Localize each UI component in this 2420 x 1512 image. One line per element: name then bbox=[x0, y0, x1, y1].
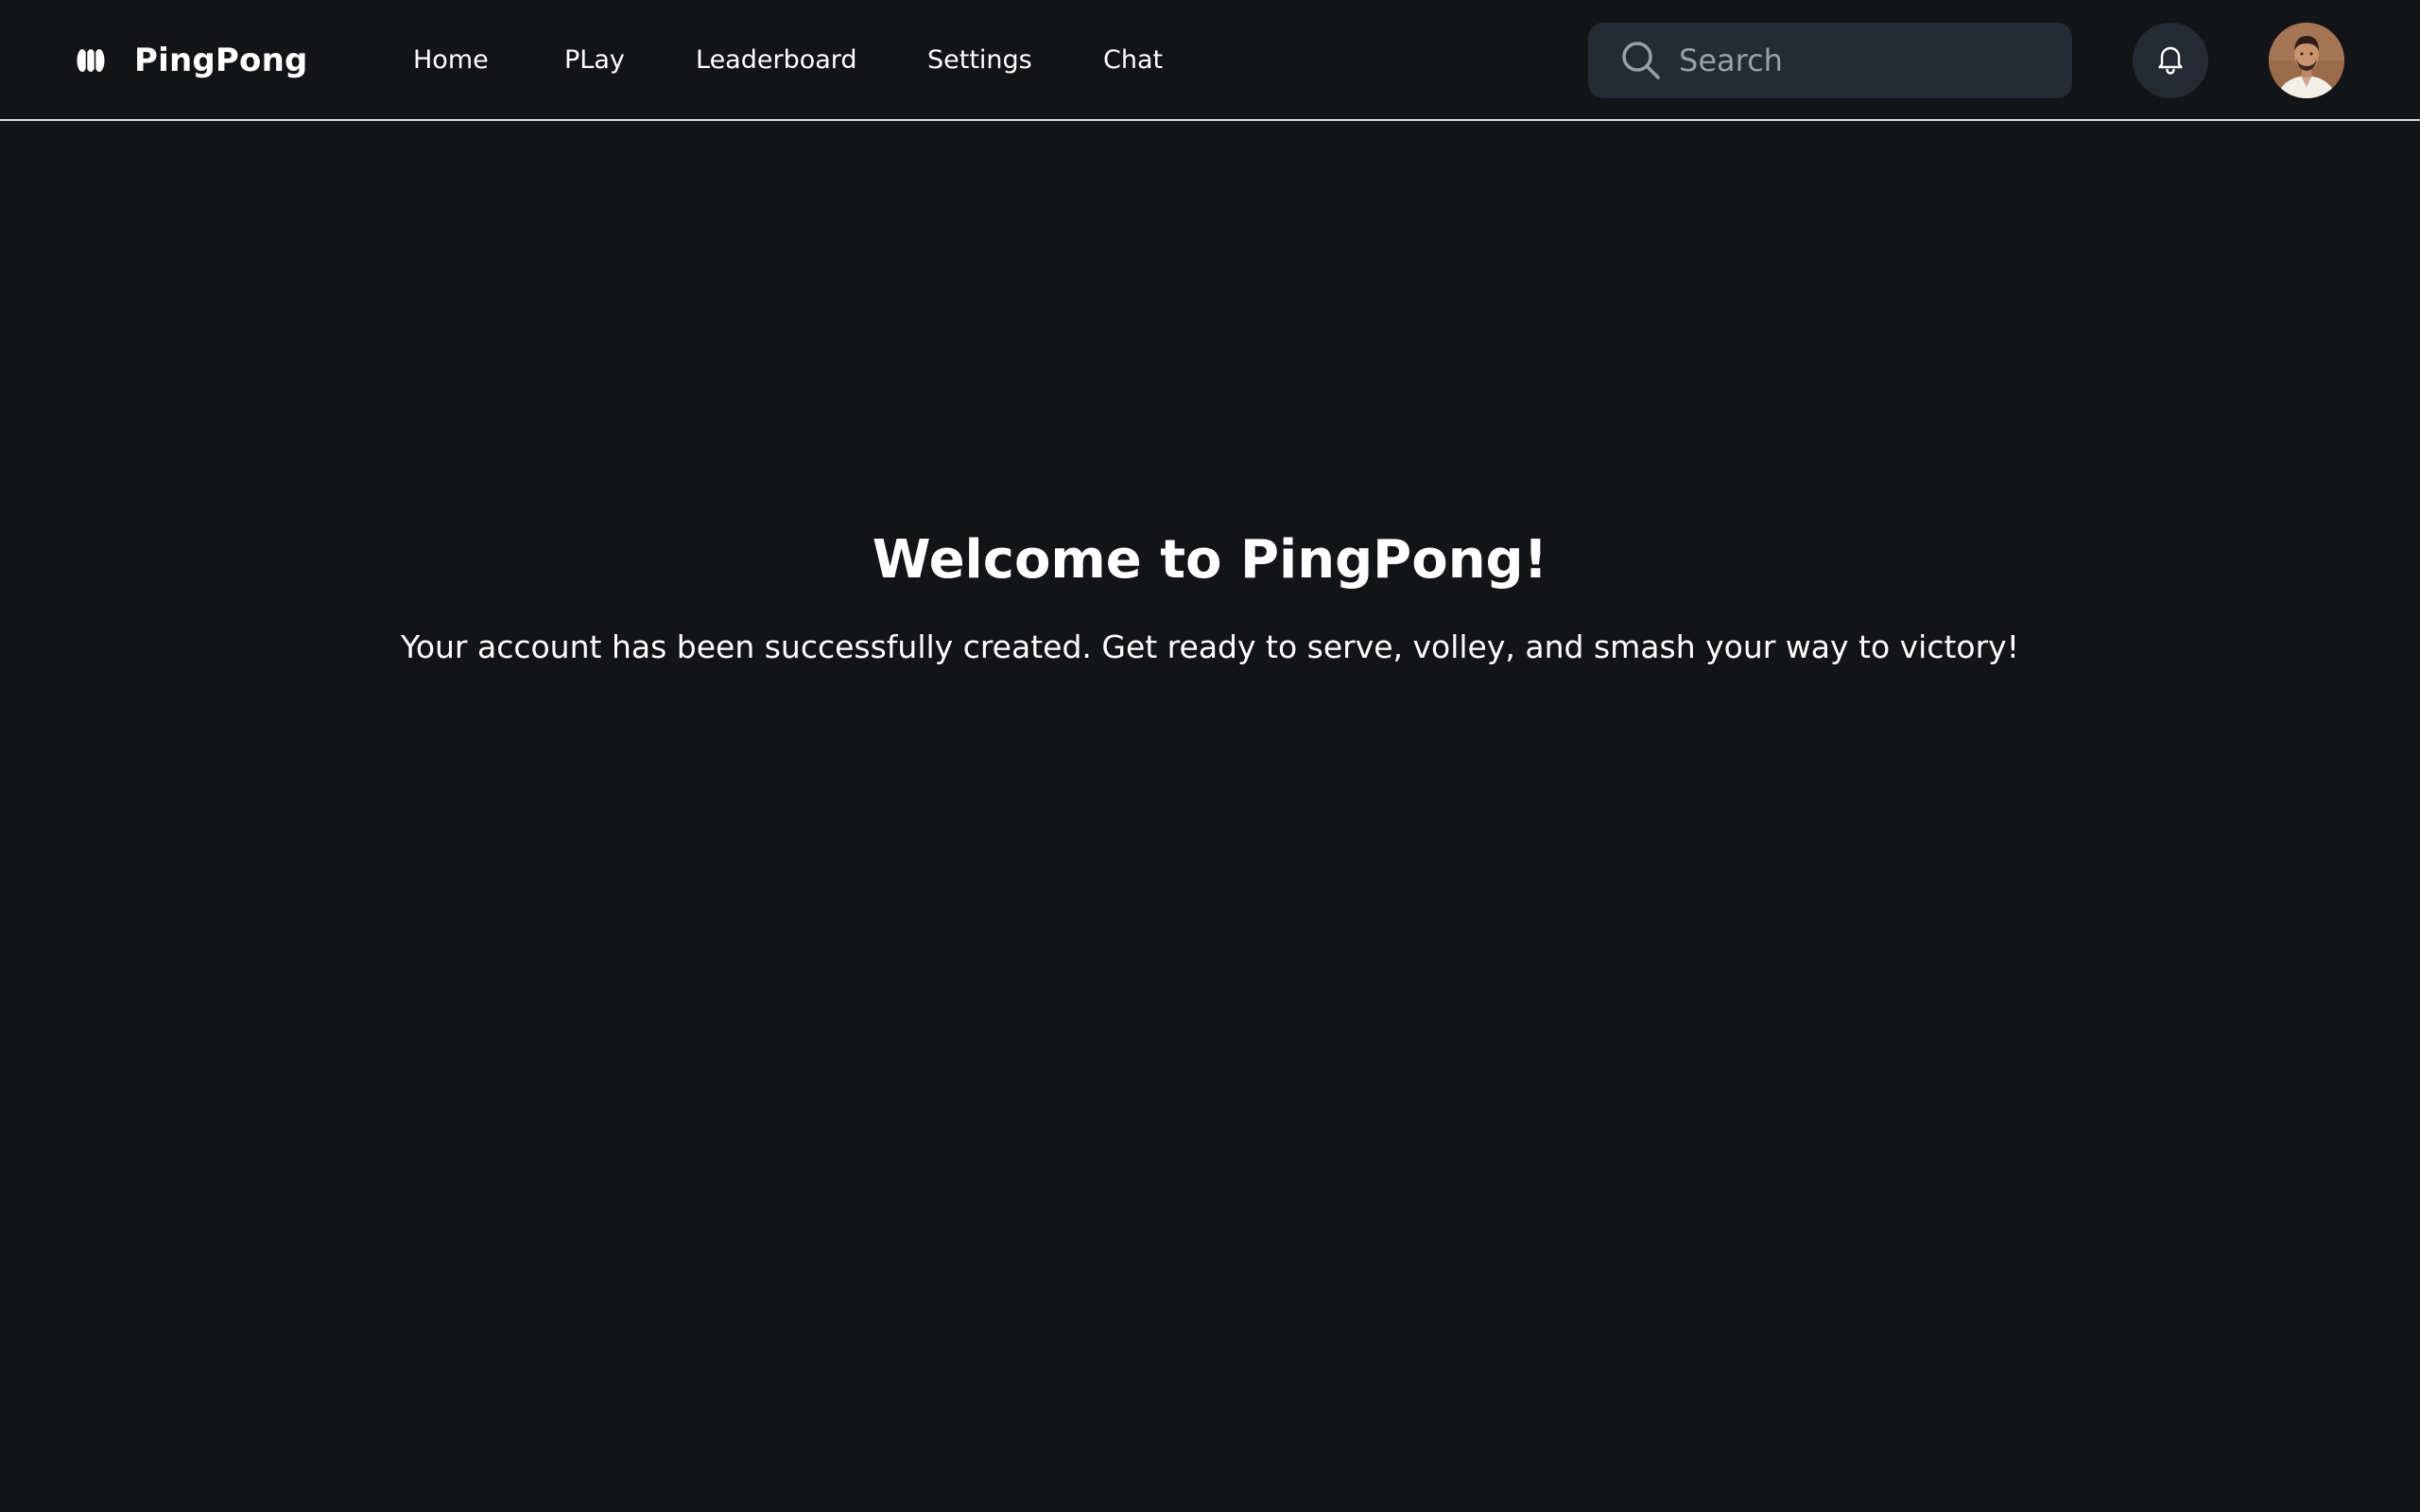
user-avatar[interactable] bbox=[2269, 23, 2344, 98]
main-content: Welcome to PingPong! Your account has be… bbox=[0, 123, 2420, 1512]
search-box[interactable] bbox=[1588, 23, 2072, 98]
nav-item-settings[interactable]: Settings bbox=[927, 38, 1032, 83]
brand[interactable]: PingPong bbox=[76, 38, 308, 83]
welcome-subtitle: Your account has been successfully creat… bbox=[401, 628, 2019, 665]
nav-item-play[interactable]: PLay bbox=[564, 38, 625, 83]
brand-name: PingPong bbox=[134, 42, 308, 79]
notifications-button[interactable] bbox=[2133, 23, 2208, 98]
search-input[interactable] bbox=[1679, 23, 2072, 98]
bell-icon bbox=[2153, 42, 2187, 79]
nav-item-leaderboard[interactable]: Leaderboard bbox=[696, 38, 857, 83]
top-navbar: PingPong Home PLay Leaderboard Settings … bbox=[0, 0, 2420, 121]
nav-item-chat[interactable]: Chat bbox=[1103, 38, 1163, 83]
welcome-title: Welcome to PingPong! bbox=[872, 529, 1548, 591]
search-icon bbox=[1620, 40, 1662, 81]
pingpong-logo-icon bbox=[76, 45, 106, 76]
nav-item-home[interactable]: Home bbox=[413, 38, 489, 83]
